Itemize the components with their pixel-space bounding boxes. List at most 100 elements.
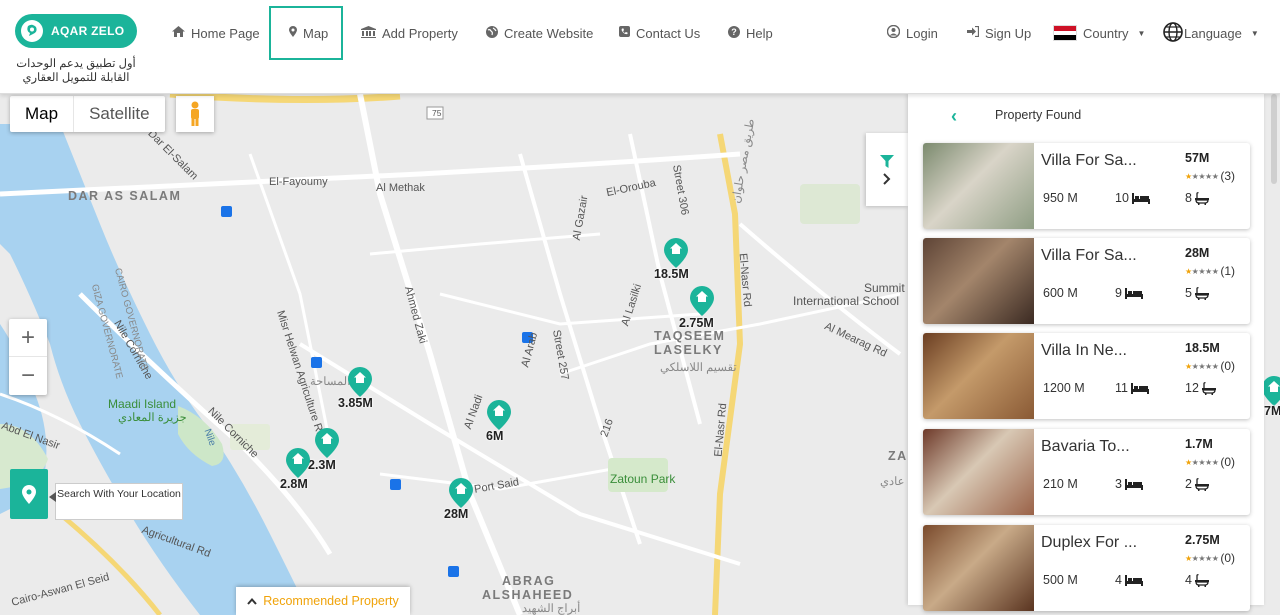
- chevron-left-icon[interactable]: ‹: [951, 106, 957, 127]
- nav-help[interactable]: ? Help: [728, 6, 773, 60]
- property-thumbnail[interactable]: [923, 333, 1034, 419]
- property-pin-price: 6M: [486, 429, 504, 443]
- property-title[interactable]: Bavaria To...: [1041, 438, 1130, 456]
- property-title[interactable]: Villa In Ne...: [1041, 342, 1127, 360]
- nav-sign-up[interactable]: Sign Up: [967, 6, 1031, 60]
- bed-count: 4: [1115, 573, 1122, 587]
- property-pin-price: 7M: [1264, 404, 1280, 418]
- map-label-za: ZA: [888, 449, 908, 463]
- property-title[interactable]: Villa For Sa...: [1041, 152, 1137, 170]
- property-card[interactable]: Villa For Sa... 28M ★★★★★ (1) 600 M 9 5: [923, 238, 1250, 324]
- brand-tagline: أول تطبيق يدعم الوحدات القابلة للتمويل ا…: [8, 57, 144, 85]
- map-type-map-button[interactable]: Map: [10, 96, 75, 132]
- property-baths: 2: [1185, 477, 1209, 491]
- house-pin-icon: [1262, 376, 1280, 406]
- nav-home[interactable]: Home Page: [172, 6, 260, 60]
- property-area: 500 M: [1043, 573, 1078, 587]
- property-pin-marker[interactable]: [348, 367, 372, 397]
- review-count: (1): [1220, 264, 1236, 278]
- street-view-pegman[interactable]: [176, 96, 214, 132]
- results-title: Property Found: [995, 108, 1082, 122]
- map-label-el-fayoumy: El-Fayoumy: [269, 176, 328, 188]
- nav-create-website[interactable]: Create Website: [486, 6, 593, 60]
- property-area: 1200 M: [1043, 381, 1085, 395]
- house-pin-icon: [449, 478, 473, 508]
- nav-create-website-label: Create Website: [504, 25, 594, 41]
- language-dropdown[interactable]: Language ▼: [1163, 6, 1259, 60]
- country-dropdown[interactable]: Country ▼: [1053, 6, 1145, 60]
- nav-contact-us[interactable]: Contact Us: [619, 6, 700, 60]
- property-pin-marker[interactable]: [1262, 376, 1280, 406]
- user-icon: [886, 24, 901, 41]
- results-scrollbar[interactable]: [1271, 94, 1277, 184]
- property-thumbnail[interactable]: [923, 525, 1034, 611]
- property-area: 600 M: [1043, 286, 1078, 300]
- bed-icon: [1124, 478, 1143, 490]
- property-pin-marker[interactable]: [449, 478, 473, 508]
- bed-count: 3: [1115, 477, 1122, 491]
- house-pin-icon: [348, 367, 372, 397]
- property-thumbnail[interactable]: [923, 429, 1034, 515]
- map-label-dar-as-salam: DAR AS SALAM: [68, 189, 182, 203]
- top-navbar: AQAR ZELO أول تطبيق يدعم الوحدات القابلة…: [0, 0, 1280, 94]
- property-pin-marker[interactable]: [315, 428, 339, 458]
- phone-icon: [619, 26, 630, 40]
- nav-map-label: Map: [303, 25, 329, 41]
- search-location-button[interactable]: [10, 469, 48, 519]
- results-panel: ‹ Property Found Villa For Sa... 57M ★★★…: [908, 94, 1264, 611]
- property-card[interactable]: Bavaria To... 1.7M ★★★★★ (0) 210 M 3 2: [923, 429, 1250, 515]
- property-beds: 4: [1115, 573, 1143, 587]
- bath-icon: [1194, 191, 1209, 205]
- bed-icon: [1130, 382, 1149, 394]
- property-card[interactable]: Duplex For ... 2.75M ★★★★★ (0) 500 M 4 4: [923, 525, 1250, 611]
- property-title[interactable]: Duplex For ...: [1041, 534, 1137, 552]
- filter-toggle[interactable]: [866, 133, 908, 206]
- nav-help-label: Help: [746, 25, 773, 41]
- property-price: 28M: [1185, 246, 1210, 260]
- star-rating-icon: ★★★★★: [1185, 457, 1219, 467]
- property-beds: 9: [1115, 286, 1143, 300]
- property-pin-marker[interactable]: [664, 238, 688, 268]
- property-rating: ★★★★★ (0): [1185, 551, 1235, 565]
- property-rating: ★★★★★ (1): [1185, 264, 1235, 278]
- nav-add-property[interactable]: Add Property: [361, 6, 458, 60]
- star-rating-icon: ★★★★★: [1185, 266, 1219, 276]
- property-pin-marker[interactable]: [487, 400, 511, 430]
- zoom-in-button[interactable]: +: [9, 319, 47, 357]
- star-rating-icon: ★★★★★: [1185, 361, 1219, 371]
- bed-icon: [1131, 192, 1150, 204]
- bed-count: 10: [1115, 191, 1129, 205]
- map-type-satellite-button[interactable]: Satellite: [74, 96, 164, 132]
- property-card[interactable]: Villa For Sa... 57M ★★★★★ (3) 950 M 10 8: [923, 143, 1250, 229]
- map-type-control: Map Satellite: [10, 96, 165, 132]
- property-thumbnail[interactable]: [923, 238, 1034, 324]
- chevron-down-icon: ▼: [1137, 28, 1146, 38]
- brand-logo[interactable]: AQAR ZELO: [15, 14, 137, 48]
- nav-login[interactable]: Login: [886, 6, 938, 60]
- house-pin-icon: [487, 400, 511, 430]
- bed-icon: [1124, 287, 1143, 299]
- map-label-abrag-ar: أبراج الشهيد: [522, 603, 581, 615]
- chevron-up-icon: [247, 597, 257, 605]
- map-label-eadi: عادي: [880, 476, 905, 488]
- nav-map[interactable]: Map: [269, 6, 343, 60]
- map-label-taqseem-1: TAQSEEM: [654, 329, 726, 343]
- property-thumbnail[interactable]: [923, 143, 1034, 229]
- property-pin-marker[interactable]: [690, 286, 714, 316]
- help-icon: ?: [728, 25, 740, 41]
- property-pin-marker[interactable]: [286, 448, 310, 478]
- globe-icon: [486, 25, 498, 41]
- recommended-property-toggle[interactable]: Recommended Property: [236, 587, 410, 615]
- star-rating-icon: ★★★★★: [1185, 171, 1219, 181]
- property-card[interactable]: Villa In Ne... 18.5M ★★★★★ (0) 1200 M 11 …: [923, 333, 1250, 419]
- chevron-down-icon: ▼: [1250, 28, 1259, 38]
- property-title[interactable]: Villa For Sa...: [1041, 247, 1137, 265]
- bath-count: 5: [1185, 286, 1192, 300]
- property-baths: 8: [1185, 191, 1209, 205]
- egypt-flag-icon: [1053, 25, 1077, 41]
- property-pin-price: 2.8M: [280, 477, 308, 491]
- review-count: (3): [1220, 169, 1236, 183]
- property-price: 2.75M: [1185, 533, 1220, 547]
- zoom-out-button[interactable]: −: [9, 357, 47, 395]
- property-baths: 12: [1185, 381, 1216, 395]
